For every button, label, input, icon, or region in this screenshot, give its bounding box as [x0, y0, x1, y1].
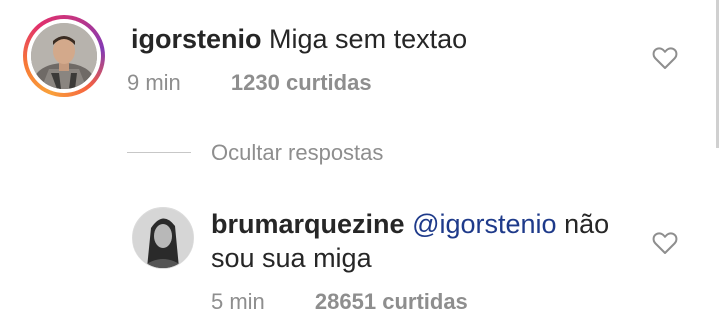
reply-timestamp: 5 min	[211, 289, 265, 314]
reply-body-line2: sou sua miga	[211, 241, 372, 275]
reply-text-line2: sou sua miga	[211, 243, 372, 273]
reply-mention[interactable]: @igorstenio	[412, 209, 556, 239]
reply-username[interactable]: brumarquezine	[211, 209, 405, 239]
reply-avatar[interactable]	[132, 207, 194, 269]
avatar-portrait-icon	[133, 208, 193, 268]
reply-body-line1: brumarquezine @igorstenio não	[211, 207, 609, 241]
reply-text-line1: não	[564, 209, 610, 239]
reply-likes-count[interactable]: 28651 curtidas	[315, 289, 468, 314]
hide-replies-button[interactable]: Ocultar respostas	[211, 140, 383, 166]
comment-likes-count[interactable]: 1230 curtidas	[231, 70, 372, 95]
heart-outline-icon[interactable]	[652, 46, 678, 70]
comments-thread: igorstenio Miga sem textao 9 min 1230 cu…	[0, 0, 719, 319]
reply-meta: 5 min 28651 curtidas	[211, 289, 468, 315]
comment-text: Miga sem textao	[269, 24, 468, 54]
comment-meta: 9 min 1230 curtidas	[127, 70, 372, 96]
avatar-portrait-icon	[31, 23, 97, 89]
heart-outline-icon[interactable]	[652, 231, 678, 255]
avatar-photo	[31, 23, 97, 89]
comment-body: igorstenio Miga sem textao	[131, 22, 467, 56]
comment-timestamp: 9 min	[127, 70, 181, 95]
replies-divider	[127, 152, 191, 153]
commenter-avatar[interactable]	[23, 15, 105, 97]
comment-username[interactable]: igorstenio	[131, 24, 262, 54]
